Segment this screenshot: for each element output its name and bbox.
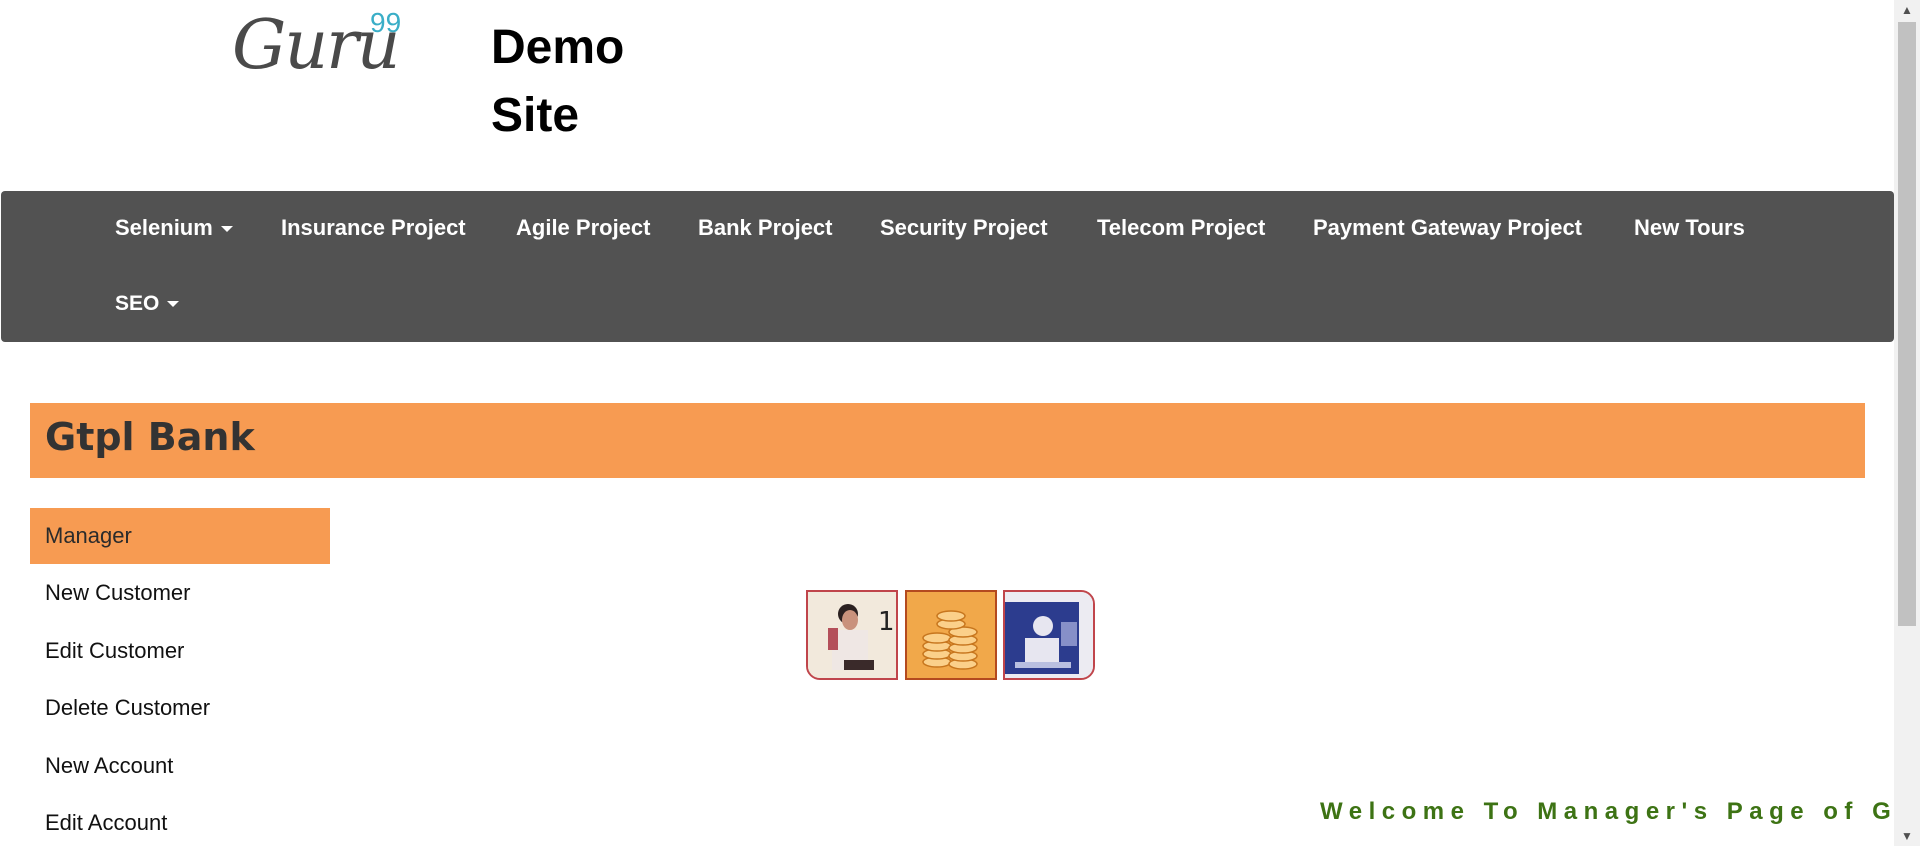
menu-item-new-account[interactable]: New Account (30, 737, 330, 795)
scroll-down-arrow-icon[interactable]: ▼ (1894, 826, 1920, 846)
svg-text:1: 1 (878, 607, 895, 637)
nav-selenium-dropdown[interactable]: Selenium (115, 215, 233, 241)
coins-image (905, 590, 997, 680)
guru99-logo[interactable]: Guru 99 (232, 6, 412, 86)
bank-title: Gtpl Bank (45, 415, 255, 459)
menu-item-new-customer[interactable]: New Customer (30, 564, 330, 622)
nav-new-tours[interactable]: New Tours (1634, 215, 1745, 241)
site-title: Demo Site (491, 14, 624, 150)
nav-insurance-project[interactable]: Insurance Project (281, 215, 466, 241)
page-viewport: Guru 99 Demo Site Selenium Insurance Pro… (0, 0, 1894, 846)
caret-down-icon (220, 226, 233, 233)
nav-agile-project[interactable]: Agile Project (516, 215, 650, 241)
menu-item-delete-customer[interactable]: Delete Customer (30, 679, 330, 737)
woman-computer-image (1003, 590, 1095, 680)
nav-bank-project[interactable]: Bank Project (698, 215, 833, 241)
scrollbar-thumb[interactable] (1898, 22, 1916, 626)
site-title-line1: Demo (491, 21, 625, 74)
caret-down-icon (167, 301, 180, 308)
menu-item-edit-account[interactable]: Edit Account (30, 794, 330, 846)
bank-banner: Gtpl Bank (30, 403, 1865, 478)
nav-seo-label: SEO (115, 292, 160, 315)
side-menu: Manager New Customer Edit Customer Delet… (30, 508, 330, 846)
phone-man-image: 1 (806, 590, 898, 680)
banner-images: 1 (806, 587, 1095, 680)
nav-payment-gateway-project[interactable]: Payment Gateway Project (1313, 215, 1582, 241)
scroll-up-arrow-icon[interactable]: ▲ (1894, 0, 1920, 20)
vertical-scrollbar[interactable]: ▲ ▼ (1894, 0, 1920, 846)
welcome-marquee: Welcome To Manager's Page of G (1320, 798, 1894, 825)
nav-telecom-project[interactable]: Telecom Project (1097, 215, 1265, 241)
menu-item-manager[interactable]: Manager (30, 508, 330, 564)
logo-superscript: 99 (370, 7, 402, 38)
nav-selenium-label: Selenium (115, 215, 213, 240)
nav-seo-dropdown[interactable]: SEO (115, 291, 180, 317)
menu-item-edit-customer[interactable]: Edit Customer (30, 622, 330, 680)
nav-security-project[interactable]: Security Project (880, 215, 1048, 241)
main-navbar: Selenium Insurance Project Agile Project… (1, 191, 1894, 342)
site-title-line2: Site (491, 89, 580, 142)
